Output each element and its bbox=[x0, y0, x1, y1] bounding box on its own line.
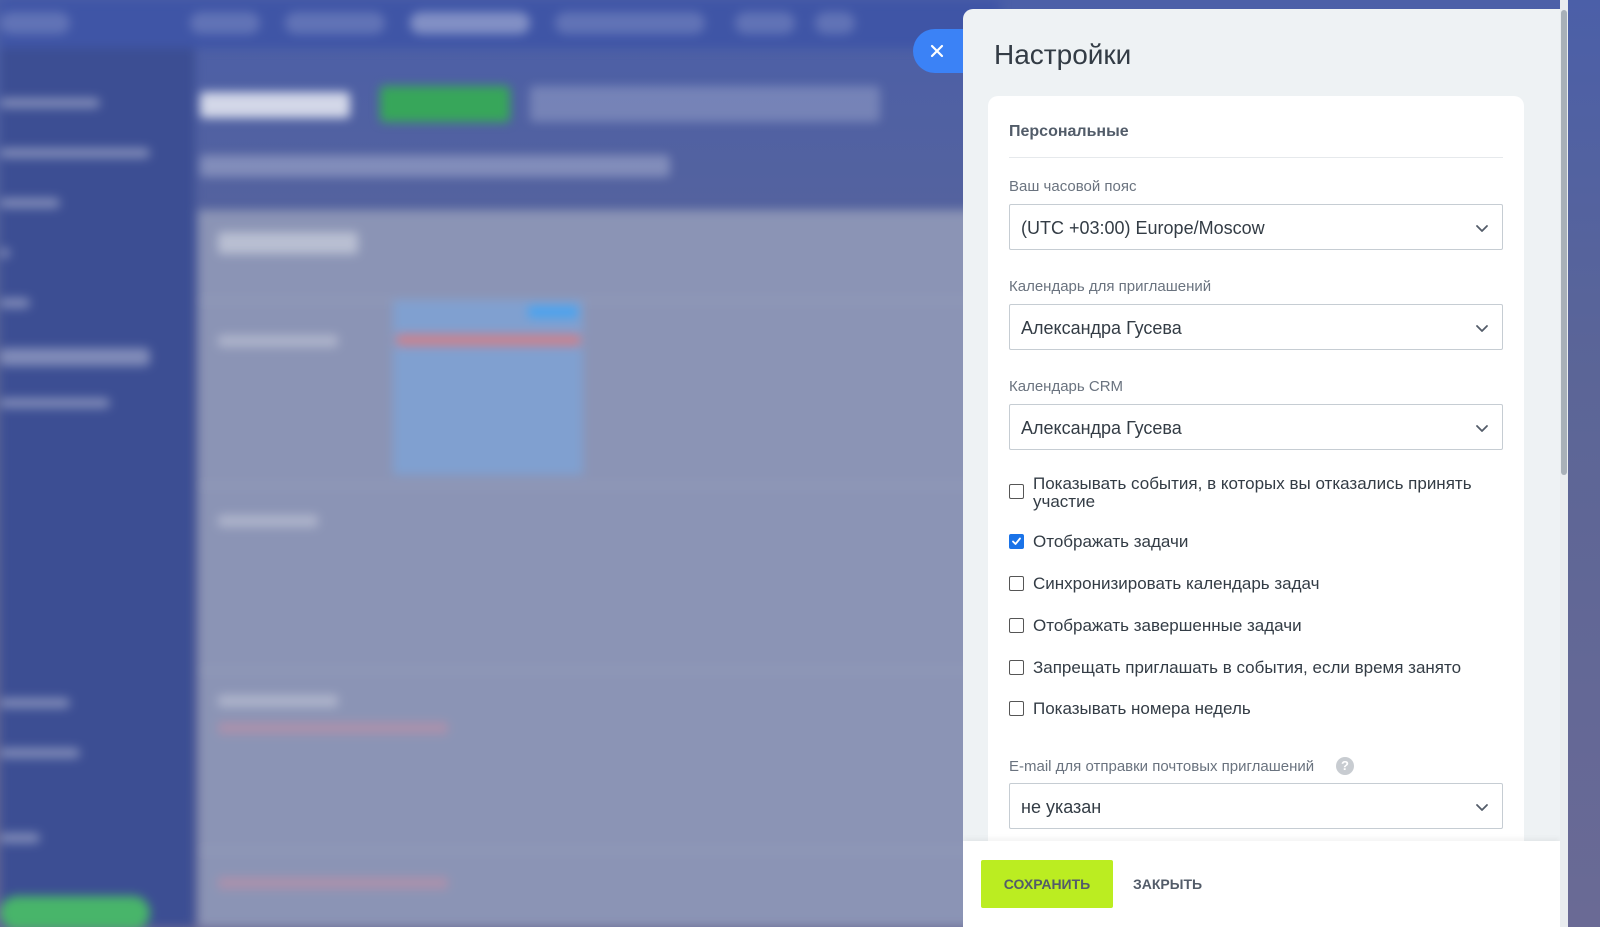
email-label: E-mail для отправки почтовых приглашений bbox=[1009, 758, 1315, 775]
option-label: Показывать события, в которых вы отказал… bbox=[1033, 474, 1472, 511]
background-tabs bbox=[200, 155, 670, 177]
checkbox[interactable] bbox=[1009, 701, 1024, 716]
background-calendar bbox=[198, 210, 998, 927]
settings-panel: Настройки Персональные Ваш часовой пояс … bbox=[963, 9, 1560, 927]
option-label: Синхронизировать календарь задач bbox=[1033, 574, 1320, 593]
background-title bbox=[200, 92, 350, 118]
chevron-down-icon bbox=[1476, 225, 1488, 232]
option-sync-task-calendar[interactable]: Синхронизировать календарь задач bbox=[1009, 575, 1503, 593]
invite-calendar-select[interactable]: Александра Гусева bbox=[1009, 304, 1503, 350]
checkbox[interactable] bbox=[1009, 484, 1024, 499]
invite-calendar-label: Календарь для приглашений bbox=[1009, 278, 1212, 295]
crm-calendar-label: Календарь CRM bbox=[1009, 378, 1124, 395]
checkbox[interactable] bbox=[1009, 576, 1024, 591]
close-button[interactable]: ЗАКРЫТЬ bbox=[1133, 860, 1202, 908]
timezone-label: Ваш часовой пояс bbox=[1009, 178, 1137, 195]
scrollbar-thumb[interactable] bbox=[1561, 10, 1567, 475]
option-label: Отображать завершенные задачи bbox=[1033, 616, 1302, 635]
timezone-value: (UTC +03:00) Europe/Moscow bbox=[1021, 218, 1265, 238]
email-select[interactable]: не указан bbox=[1009, 783, 1503, 829]
chevron-down-icon bbox=[1476, 804, 1488, 811]
checkmark-icon bbox=[1012, 537, 1021, 545]
background-create-button bbox=[380, 86, 510, 122]
section-divider bbox=[1009, 157, 1503, 158]
invite-calendar-value: Александра Гусева bbox=[1021, 318, 1182, 338]
checkbox[interactable] bbox=[1009, 618, 1024, 633]
option-show-completed-tasks[interactable]: Отображать завершенные задачи bbox=[1009, 617, 1503, 635]
option-label: Запрещать приглашать в события, если вре… bbox=[1033, 658, 1462, 677]
personal-settings-card: Персональные Ваш часовой пояс (UTC +03:0… bbox=[988, 96, 1524, 856]
close-icon bbox=[930, 44, 944, 58]
panel-title: Настройки bbox=[994, 39, 1132, 70]
question-icon[interactable]: ? bbox=[1336, 757, 1354, 775]
option-show-tasks[interactable]: Отображать задачи bbox=[1009, 533, 1503, 551]
panel-footer: СОХРАНИТЬ ЗАКРЫТЬ bbox=[963, 841, 1560, 927]
crm-calendar-select[interactable]: Александра Гусева bbox=[1009, 404, 1503, 450]
option-show-week-numbers[interactable]: Показывать номера недель bbox=[1009, 700, 1503, 718]
background-sidebar bbox=[0, 48, 195, 927]
section-title: Персональные bbox=[1009, 123, 1129, 140]
timezone-select[interactable]: (UTC +03:00) Europe/Moscow bbox=[1009, 204, 1503, 250]
email-value: не указан bbox=[1021, 797, 1102, 817]
option-show-declined-events[interactable]: Показывать события, в которых вы отказал… bbox=[1009, 475, 1503, 511]
option-label: Отображать задачи bbox=[1033, 532, 1189, 551]
save-button[interactable]: СОХРАНИТЬ bbox=[981, 860, 1113, 908]
crm-calendar-value: Александра Гусева bbox=[1021, 418, 1182, 438]
checkbox-checked[interactable] bbox=[1009, 534, 1024, 549]
background-topbar bbox=[0, 0, 1000, 48]
background-search bbox=[530, 86, 880, 122]
chevron-down-icon bbox=[1476, 425, 1488, 432]
option-deny-busy-invites[interactable]: Запрещать приглашать в события, если вре… bbox=[1009, 659, 1503, 677]
option-label: Показывать номера недель bbox=[1033, 699, 1251, 718]
chevron-down-icon bbox=[1476, 325, 1488, 332]
background-blurred-content bbox=[0, 0, 1000, 927]
checkbox[interactable] bbox=[1009, 660, 1024, 675]
